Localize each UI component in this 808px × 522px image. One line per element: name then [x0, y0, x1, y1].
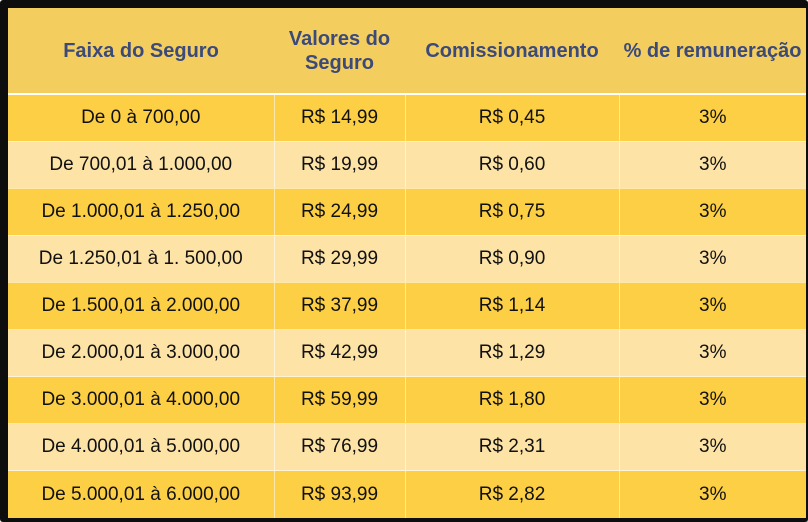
- cell-faixa: De 4.000,01 à 5.000,00: [8, 423, 274, 471]
- cell-comissao: R$ 0,90: [404, 234, 619, 283]
- cell-comissao: R$ 1,14: [404, 281, 619, 330]
- cell-comissao: R$ 0,45: [404, 93, 619, 142]
- cell-valor: R$ 24,99: [273, 187, 405, 236]
- cell-remuneracao: 3%: [618, 93, 806, 142]
- table-row: De 2.000,01 à 3.000,00 R$ 42,99 R$ 1,29 …: [8, 329, 806, 377]
- cell-remuneracao: 3%: [618, 423, 806, 471]
- header-row: Faixa do Seguro Valores do Seguro Comiss…: [8, 8, 806, 95]
- table-header: Faixa do Seguro Valores do Seguro Comiss…: [8, 8, 806, 95]
- table-body: De 0 à 700,00 R$ 14,99 R$ 0,45 3% De 700…: [8, 93, 806, 518]
- cell-comissao: R$ 2,31: [404, 423, 619, 471]
- cell-remuneracao: 3%: [618, 470, 806, 518]
- cell-remuneracao: 3%: [618, 187, 806, 236]
- cell-valor: R$ 42,99: [273, 329, 405, 377]
- header-comissionamento: Comissionamento: [405, 8, 619, 95]
- table-row: De 5.000,01 à 6.000,00 R$ 93,99 R$ 2,82 …: [8, 470, 806, 518]
- table-row: De 1.500,01 à 2.000,00 R$ 37,99 R$ 1,14 …: [8, 281, 806, 330]
- table-row: De 3.000,01 à 4.000,00 R$ 59,99 R$ 1,80 …: [8, 376, 806, 424]
- table-row: De 1.250,01 à 1. 500,00 R$ 29,99 R$ 0,90…: [8, 234, 806, 283]
- table-frame: Faixa do Seguro Valores do Seguro Comiss…: [0, 0, 808, 522]
- cell-valor: R$ 93,99: [273, 470, 405, 518]
- table-row: De 0 à 700,00 R$ 14,99 R$ 0,45 3%: [8, 93, 806, 142]
- cell-valor: R$ 37,99: [273, 281, 405, 330]
- table-row: De 1.000,01 à 1.250,00 R$ 24,99 R$ 0,75 …: [8, 187, 806, 236]
- cell-comissao: R$ 0,75: [404, 187, 619, 236]
- cell-remuneracao: 3%: [618, 376, 806, 424]
- table-row: De 4.000,01 à 5.000,00 R$ 76,99 R$ 2,31 …: [8, 423, 806, 471]
- cell-remuneracao: 3%: [618, 140, 806, 189]
- cell-valor: R$ 19,99: [273, 140, 405, 189]
- cell-comissao: R$ 0,60: [404, 140, 619, 189]
- insurance-commission-table: Faixa do Seguro Valores do Seguro Comiss…: [8, 8, 806, 518]
- cell-faixa: De 1.250,01 à 1. 500,00: [8, 234, 274, 283]
- cell-valor: R$ 29,99: [273, 234, 405, 283]
- cell-comissao: R$ 2,82: [404, 470, 619, 518]
- cell-remuneracao: 3%: [618, 234, 806, 283]
- cell-valor: R$ 14,99: [273, 93, 405, 142]
- header-faixa-do-seguro: Faixa do Seguro: [8, 8, 274, 95]
- header-valores-do-seguro: Valores do Seguro: [274, 8, 405, 95]
- cell-comissao: R$ 1,80: [404, 376, 619, 424]
- cell-faixa: De 5.000,01 à 6.000,00: [8, 470, 274, 518]
- table-row: De 700,01 à 1.000,00 R$ 19,99 R$ 0,60 3%: [8, 140, 806, 189]
- cell-valor: R$ 59,99: [273, 376, 405, 424]
- cell-remuneracao: 3%: [618, 329, 806, 377]
- cell-valor: R$ 76,99: [273, 423, 405, 471]
- cell-faixa: De 1.500,01 à 2.000,00: [8, 281, 274, 330]
- cell-faixa: De 1.000,01 à 1.250,00: [8, 187, 274, 236]
- cell-comissao: R$ 1,29: [404, 329, 619, 377]
- cell-faixa: De 2.000,01 à 3.000,00: [8, 329, 274, 377]
- header-percentual-remuneracao: % de remuneração: [619, 8, 806, 95]
- cell-remuneracao: 3%: [618, 281, 806, 330]
- cell-faixa: De 0 à 700,00: [8, 93, 274, 142]
- cell-faixa: De 700,01 à 1.000,00: [8, 140, 274, 189]
- cell-faixa: De 3.000,01 à 4.000,00: [8, 376, 274, 424]
